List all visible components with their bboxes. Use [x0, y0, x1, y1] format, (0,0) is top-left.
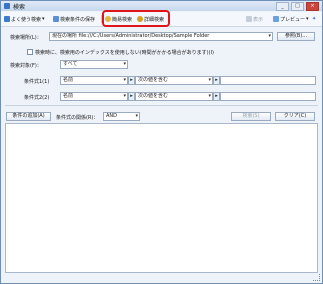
index-checkbox-label: 検索時に、検索用のインデックスを使用しない(時間がかかる場合があります)(I) [35, 50, 214, 56]
add-condition-button[interactable]: 条件の追加(A) [6, 112, 51, 121]
save-conditions-button[interactable]: 検索条件の保存 [53, 14, 95, 24]
condition1-op-arrow[interactable]: ▸ [128, 76, 135, 85]
form-divider [5, 105, 318, 106]
condition1-label: 条件式1(1) [24, 79, 50, 85]
chevron-down-icon: ▾ [123, 61, 126, 67]
maximize-button[interactable]: □ [291, 2, 304, 11]
clear-button[interactable]: クリア(C) [275, 112, 315, 121]
display-icon [246, 16, 252, 22]
save-icon [53, 16, 59, 22]
preview-icon [273, 16, 279, 22]
browse-button[interactable]: 参照(B)... [277, 32, 315, 41]
condition2-label: 条件式2(2) [24, 95, 50, 101]
resize-grip[interactable] [313, 274, 320, 281]
minimize-button[interactable]: _ [276, 2, 289, 11]
search-button[interactable]: 検索(S) [231, 112, 271, 121]
search-app-icon [4, 3, 10, 9]
target-label: 検索対象(F)： [10, 63, 42, 69]
condition2-operator-select[interactable]: 次の値を含む ▾ [135, 92, 213, 101]
condition2-value-input[interactable] [220, 92, 316, 101]
chevron-down-icon: ▾ [123, 77, 126, 83]
condition1-field-select[interactable]: 名前 ▾ [60, 76, 128, 85]
combine-select[interactable]: AND ▾ [103, 112, 140, 121]
location-label: 検索場所(L)： [10, 35, 42, 41]
chevron-down-icon: ▾ [42, 16, 45, 22]
condition2-value-arrow[interactable]: ▸ [213, 92, 220, 101]
display-button[interactable]: 表示 [246, 14, 263, 24]
index-checkbox[interactable] [27, 49, 33, 55]
condition1-value-input[interactable] [220, 76, 316, 85]
location-select[interactable]: 現在の場所 file:///C:/Users/Administrator/Des… [49, 32, 273, 41]
combine-label: 条件式の関係(R)： [56, 115, 99, 121]
condition2-field-select[interactable]: 名前 ▾ [60, 92, 128, 101]
preview-button[interactable]: プレビュー ▾ [273, 14, 309, 24]
chevron-down-icon: ▾ [268, 33, 271, 39]
target-select[interactable]: すべて ▾ [60, 60, 128, 69]
condition1-operator-select[interactable]: 次の値を含む ▾ [135, 76, 213, 85]
chevron-down-icon: ▾ [306, 16, 309, 22]
chevron-down-icon: ▾ [208, 93, 211, 99]
chevron-down-icon: ▾ [208, 77, 211, 83]
chevron-down-icon: ▾ [123, 93, 126, 99]
highlight-box [102, 10, 170, 27]
search-window: 検索 _ □ × よく使う検索 ▾ 検索条件の保存 簡易検索 詳細検索 表示 プ… [0, 0, 323, 284]
star-list-icon [4, 16, 10, 22]
frequent-search-button[interactable]: よく使う検索 ▾ [4, 14, 45, 24]
pin-icon[interactable]: ✦ [312, 14, 316, 24]
chevron-down-icon: ▾ [135, 113, 138, 119]
condition2-op-arrow[interactable]: ▸ [128, 92, 135, 101]
close-button[interactable]: × [306, 2, 319, 11]
results-pane[interactable] [5, 123, 318, 273]
window-title: 検索 [13, 4, 26, 11]
condition1-value-arrow[interactable]: ▸ [213, 76, 220, 85]
